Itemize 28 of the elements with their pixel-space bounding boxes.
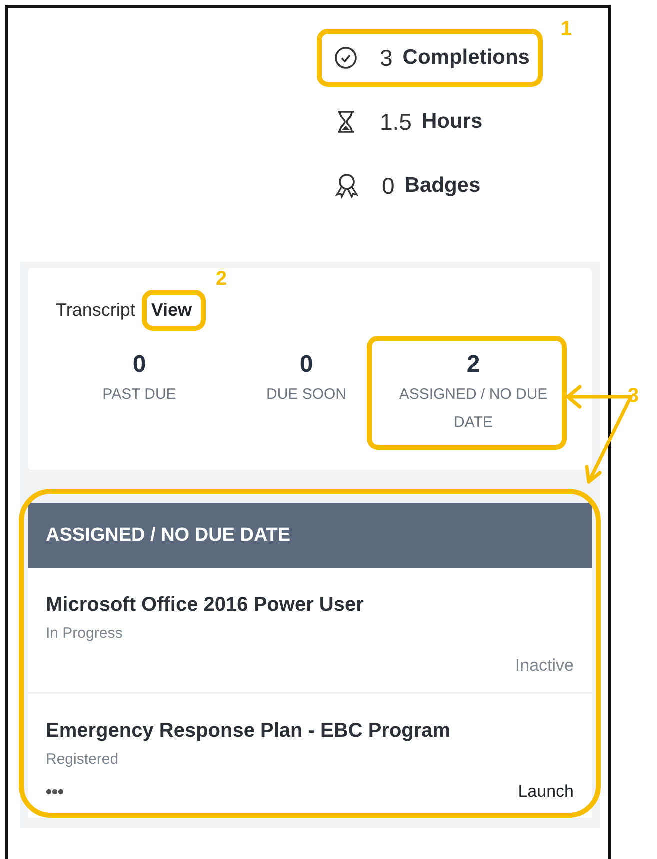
count-label: PAST DUE (102, 385, 178, 405)
transcript-label: Transcript (56, 300, 136, 321)
course-status: Registered (46, 751, 120, 768)
course-title: Emergency Response Plan - EBC Program (46, 720, 452, 743)
view-link[interactable]: View (151, 300, 192, 320)
count-label: DUE SOON (265, 385, 348, 405)
launch-link[interactable]: Launch (518, 782, 574, 802)
callout-number: 2 (216, 268, 228, 291)
stat-value: 3 (380, 44, 393, 72)
count-label: ASSIGNED / NO DUE DATE (398, 385, 549, 433)
stat-label: Hours (422, 110, 483, 134)
course-card[interactable]: Microsoft Office 2016 Power User In Progress Inactive (28, 568, 592, 694)
course-status: In Progress (46, 625, 124, 642)
more-icon[interactable] (46, 789, 64, 795)
section-title: ASSIGNED / NO DUE DATE (46, 524, 291, 546)
inactive-status: Inactive (515, 656, 574, 676)
stat-label: Badges (404, 174, 481, 198)
stat-value: 0 (382, 172, 395, 200)
medal-icon (334, 173, 360, 199)
course-card[interactable]: Emergency Response Plan - EBC Program Registered Launch (28, 694, 592, 818)
callout-number: 1 (560, 18, 572, 41)
check-circle-icon (334, 46, 358, 70)
count-value: 2 (466, 351, 480, 379)
count-value: 0 (300, 351, 314, 379)
stat-label: Completions (402, 46, 530, 70)
course-title: Microsoft Office 2016 Power User (46, 594, 365, 617)
stat-value: 1.5 (380, 108, 412, 136)
count-value: 0 (132, 351, 146, 379)
